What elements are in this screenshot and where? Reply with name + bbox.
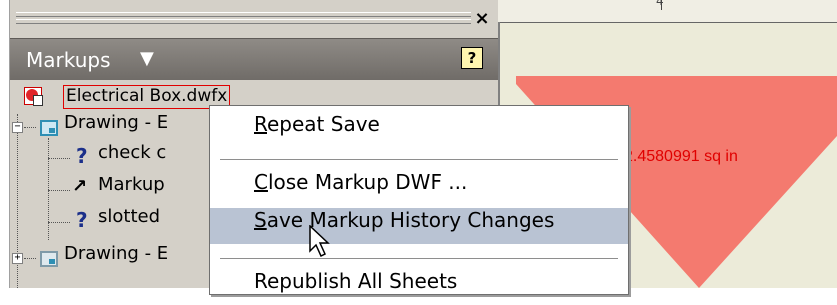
mouse-pointer-icon	[309, 225, 330, 258]
tree-line	[48, 158, 70, 159]
tree-line	[48, 222, 70, 223]
menu-separator	[220, 159, 618, 160]
help-button[interactable]: ?	[461, 47, 483, 69]
menu-item-close-markup-dwf[interactable]: Close Markup DWF ...	[210, 170, 628, 206]
dropdown-caret-icon[interactable]: ▼	[140, 48, 154, 69]
context-menu: Repeat Save Close Markup DWF ... Save Ma…	[209, 105, 629, 295]
sheet-icon	[40, 251, 58, 267]
tree-item-label: slotted	[98, 206, 161, 227]
question-icon: ?	[76, 144, 88, 168]
tree-item-label: Drawing - E	[64, 243, 169, 264]
menu-item-republish-all-sheets[interactable]: Republish All Sheets	[210, 269, 628, 305]
menu-item-save-markup-history[interactable]: Save Markup History Changes	[210, 208, 628, 244]
panel-title[interactable]: Markups	[26, 48, 111, 72]
menu-separator	[220, 258, 618, 259]
tree-line	[48, 190, 70, 191]
tree-line	[24, 127, 36, 128]
tree-item-label: check c	[98, 142, 167, 163]
menu-item-repeat-save[interactable]: Repeat Save	[210, 112, 628, 148]
close-icon[interactable]: ×	[472, 8, 492, 30]
tree-item-sheet[interactable]: Drawing - E	[64, 112, 168, 142]
area-measurement-label: 2.4580991 sq in	[624, 148, 738, 165]
tree-line	[24, 258, 36, 259]
tree-item-label: Drawing - E	[64, 112, 169, 133]
collapse-icon[interactable]: −	[12, 122, 23, 133]
sheet-icon	[40, 120, 58, 136]
ruler: 4	[498, 0, 837, 23]
tree-item-label: Markup	[98, 174, 165, 195]
tree-item-markup[interactable]: slotted	[98, 206, 160, 236]
tree-item-markup[interactable]: Markup	[98, 174, 165, 204]
expand-icon[interactable]: +	[12, 253, 23, 264]
tree-line	[48, 138, 49, 240]
question-icon: ?	[76, 208, 88, 232]
curved-arrow-icon: ↗	[72, 176, 88, 197]
window: × Markups ▼ ? Electrical Box.dwfx − Draw…	[0, 0, 837, 295]
markup-set-icon	[24, 87, 43, 106]
grip-line	[16, 12, 471, 17]
tree-root-label[interactable]: Electrical Box.dwfx	[63, 85, 231, 109]
panel-titlebar: Markups ▼ ?	[10, 38, 498, 82]
tree-item-markup[interactable]: check c	[98, 142, 166, 172]
tree-item-sheet[interactable]: Drawing - E	[64, 243, 168, 273]
panel-grip-bar[interactable]: ×	[10, 0, 498, 38]
ruler-number: 4	[656, 0, 664, 8]
grip-line	[16, 19, 471, 24]
